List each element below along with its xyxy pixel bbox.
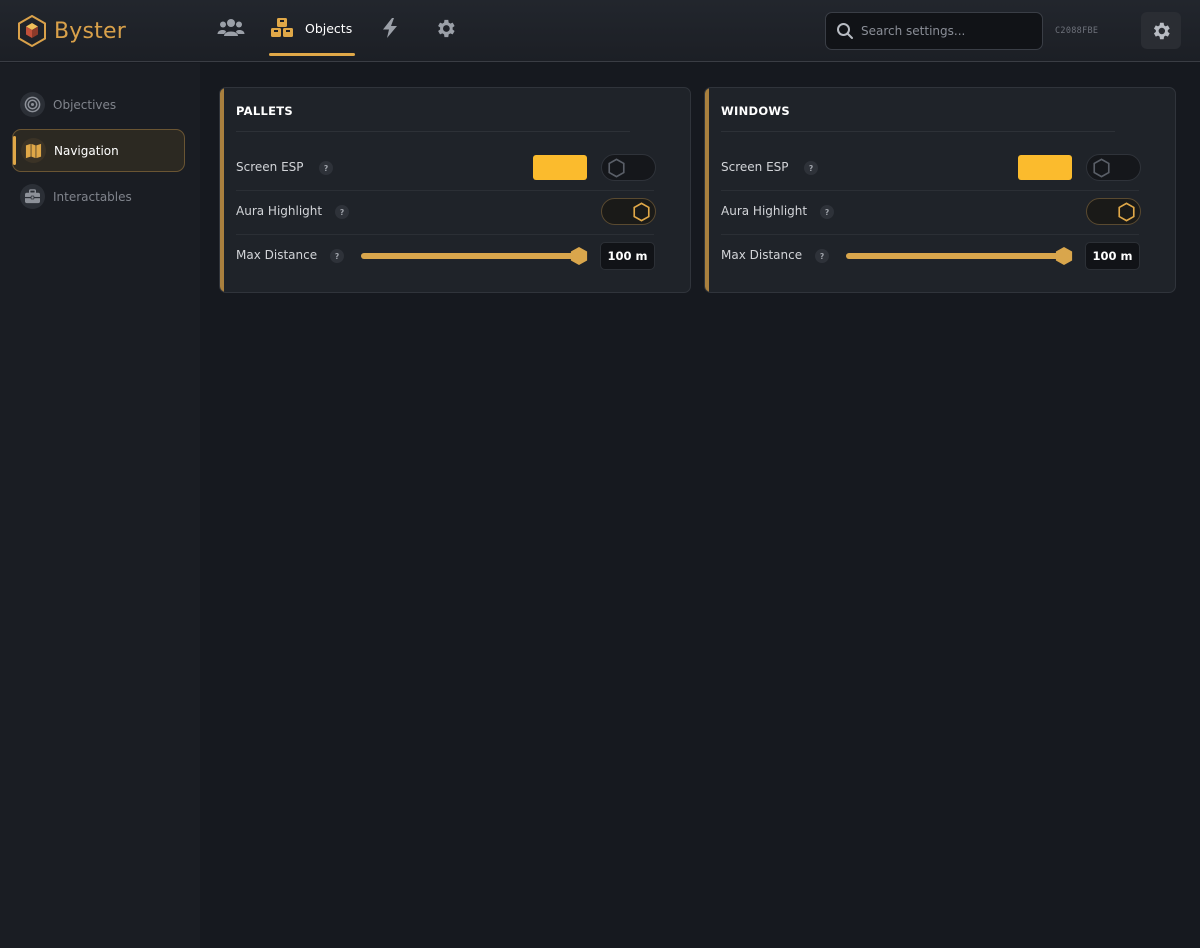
screen-esp-toggle[interactable] [601,154,656,181]
search-icon [837,23,853,39]
sidebar: Objectives Navigation Interactables [0,63,200,948]
hexagon-knob-icon [1118,202,1135,222]
setting-label: Max Distance [236,248,318,262]
esp-color-swatch[interactable] [1018,155,1072,180]
screen-esp-toggle[interactable] [1086,154,1141,181]
global-settings-button[interactable] [1141,12,1181,49]
pallets-card: PALLETS Screen ESP ? Aura Highlight ? Ma… [219,87,691,293]
slider-thumb-icon[interactable] [1055,246,1073,266]
aura-highlight-row: Aura Highlight ? [705,190,1175,234]
hexagon-logo-icon [18,15,46,47]
top-bar: Byster Objects Search settings... C2088F… [0,0,1200,62]
app-name: Byster [54,18,126,44]
tab-players[interactable] [217,0,245,56]
tab-objects[interactable]: Objects [269,0,355,56]
setting-label: Aura Highlight [236,204,323,218]
card-title: WINDOWS [721,104,790,118]
windows-card: WINDOWS Screen ESP ? Aura Highlight ? Ma… [704,87,1176,293]
tab-settings[interactable] [434,0,457,56]
map-icon-wrap [21,138,46,163]
slider-fill [846,253,1064,259]
screen-esp-row: Screen ESP ? [705,146,1175,190]
max-distance-row: Max Distance ? 100 m [220,234,690,278]
sidebar-item-navigation[interactable]: Navigation [12,129,185,172]
setting-label: Aura Highlight [721,204,808,218]
gear-icon [1153,22,1170,39]
search-box [825,12,1043,50]
toolbox-icon-wrap [20,184,45,209]
max-distance-slider[interactable] [361,247,588,265]
help-icon[interactable]: ? [804,161,818,175]
setting-label: Max Distance [721,248,803,262]
aura-highlight-toggle[interactable] [1086,198,1141,225]
sidebar-item-interactables[interactable]: Interactables [12,175,185,218]
tab-actions[interactable] [380,0,400,56]
max-distance-value[interactable]: 100 m [1085,242,1140,270]
aura-highlight-row: Aura Highlight ? [220,190,690,234]
cubes-icon [271,18,293,37]
max-distance-slider[interactable] [846,247,1073,265]
divider [721,131,1115,132]
esp-color-swatch[interactable] [533,155,587,180]
session-id: C2088FBE [1055,26,1099,36]
help-icon[interactable]: ? [319,161,333,175]
sidebar-item-label: Navigation [54,143,119,158]
max-distance-value[interactable]: 100 m [600,242,655,270]
card-title: PALLETS [236,104,294,118]
slider-thumb-icon[interactable] [570,246,588,266]
tab-objects-label: Objects [305,20,353,36]
help-icon[interactable]: ? [820,205,834,219]
gear-icon [438,19,455,37]
users-icon [217,19,245,36]
sidebar-item-label: Interactables [53,189,132,204]
hexagon-knob-icon [1093,158,1110,178]
search-input[interactable] [861,24,1031,38]
divider [236,131,630,132]
help-icon[interactable]: ? [335,205,349,219]
setting-label: Screen ESP [721,160,789,174]
max-distance-row: Max Distance ? 100 m [705,234,1175,278]
hexagon-knob-icon [633,202,650,222]
help-icon[interactable]: ? [815,249,829,263]
bolt-icon [383,18,397,38]
target-icon [24,96,41,113]
slider-fill [361,253,579,259]
setting-label: Screen ESP [236,160,304,174]
sidebar-item-label: Objectives [53,97,117,112]
map-icon [25,143,42,158]
app-window: Byster Objects Search settings... C2088F… [0,0,1200,948]
help-icon[interactable]: ? [330,249,344,263]
target-icon-wrap [20,92,45,117]
screen-esp-row: Screen ESP ? [220,146,690,190]
app-logo: Byster [17,15,126,47]
sidebar-item-objectives[interactable]: Objectives [12,83,185,126]
toolbox-icon [25,189,40,204]
aura-highlight-toggle[interactable] [601,198,656,225]
hexagon-knob-icon [608,158,625,178]
